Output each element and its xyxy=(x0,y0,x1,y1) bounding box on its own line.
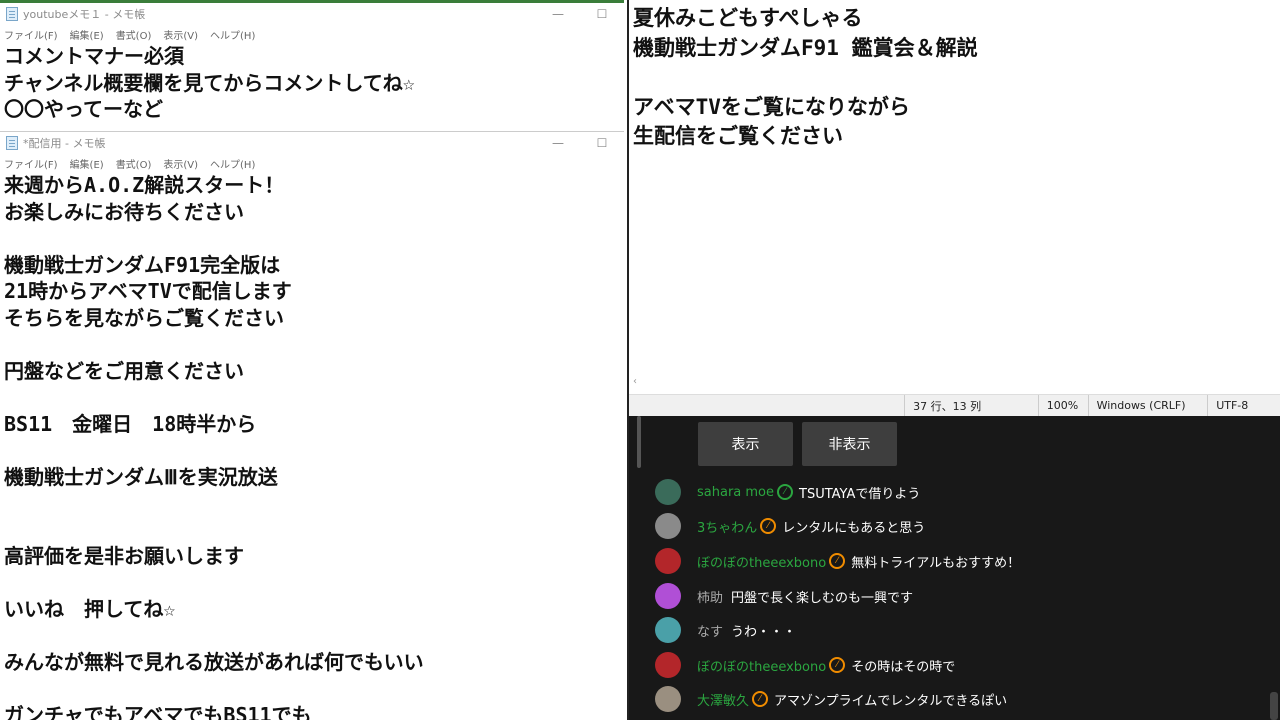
avatar[interactable] xyxy=(655,686,681,712)
member-badge-icon: ⁄ xyxy=(829,657,846,673)
chat-message: 柿助 円盤で長く楽しむのも一興です xyxy=(655,581,913,611)
member-badge-icon: ⁄ xyxy=(777,484,794,500)
avatar[interactable] xyxy=(655,617,681,643)
chat-message-text: うわ・・・ xyxy=(731,624,797,640)
menu-edit[interactable]: 編集(E) xyxy=(70,27,104,42)
minimize-icon[interactable]: — xyxy=(536,136,580,150)
text-editor[interactable]: 来週からA.O.Z解説スタート！ お楽しみにお待ちください 機動戦士ガンダムF9… xyxy=(0,172,624,720)
window-title: youtubeメモ１ - メモ帳 xyxy=(23,8,146,21)
notepad-window-special[interactable]: 夏休みこどもすぺしゃる 機動戦士ガンダムF91 鑑賞会＆解説 アベマTVをご覧に… xyxy=(627,0,1280,416)
scroll-left-icon[interactable]: ‹ xyxy=(633,376,637,387)
chat-message-text: 無料トライアルもおすすめ！ xyxy=(851,555,1021,571)
avatar[interactable] xyxy=(655,583,681,609)
notepad-icon xyxy=(6,7,18,21)
chat-author[interactable]: 柿助 xyxy=(697,587,723,606)
chat-author[interactable]: ぼのぼのtheeexbono xyxy=(697,552,826,571)
chat-author[interactable]: なす xyxy=(697,621,723,640)
chat-author[interactable]: ぼのぼのtheeexbono xyxy=(697,656,826,675)
notepad-icon xyxy=(6,136,18,150)
chat-message-text: アマゾンプライムでレンタルできるぽい xyxy=(774,693,1008,709)
menu-edit[interactable]: 編集(E) xyxy=(70,156,104,171)
menu-file[interactable]: ファイル(F) xyxy=(4,27,58,42)
avatar[interactable] xyxy=(655,513,681,539)
status-zoom: 100% xyxy=(1037,395,1088,416)
horizontal-scrollbar[interactable]: ‹ xyxy=(629,376,1280,390)
menu-view[interactable]: 表示(V) xyxy=(163,156,198,171)
text-editor[interactable]: 夏休みこどもすぺしゃる 機動戦士ガンダムF91 鑑賞会＆解説 アベマTVをご覧に… xyxy=(629,0,1280,152)
chat-message-text: その時はその時で xyxy=(851,659,956,675)
menu-format[interactable]: 書式(O) xyxy=(116,156,152,171)
titlebar[interactable]: *配信用 - メモ帳 — ☐ xyxy=(0,132,624,154)
maximize-icon[interactable]: ☐ xyxy=(580,136,624,150)
status-cursor-position: 37 行、13 列 xyxy=(904,395,1038,416)
notepad-window-stream[interactable]: *配信用 - メモ帳 — ☐ ファイル(F) 編集(E) 書式(O) 表示(V)… xyxy=(0,131,624,720)
chat-author[interactable]: sahara moe xyxy=(697,485,774,500)
chat-message: 3ちゃわん ⁄ レンタルにもあると思う xyxy=(655,511,925,541)
titlebar[interactable]: youtubeメモ１ - メモ帳 — ☐ xyxy=(0,3,624,25)
chat-author[interactable]: 大澤敏久 xyxy=(697,690,749,709)
chat-message-text: 円盤で長く楽しむのも一興です xyxy=(731,590,914,606)
live-chat-panel[interactable]: 表示 非表示 sahara moe ⁄ TSUTAYAで借りよう 3ちゃわん ⁄ レンタル… xyxy=(627,416,1280,720)
menu-format[interactable]: 書式(O) xyxy=(116,27,152,42)
show-button[interactable]: 表示 xyxy=(698,422,793,466)
member-badge-icon: ⁄ xyxy=(752,691,769,707)
menu-help[interactable]: ヘルプ(H) xyxy=(210,156,255,171)
avatar[interactable] xyxy=(655,652,681,678)
chat-message: sahara moe ⁄ TSUTAYAで借りよう xyxy=(655,477,920,507)
status-bar: 37 行、13 列 100% Windows (CRLF) UTF-8 xyxy=(629,394,1280,416)
maximize-icon[interactable]: ☐ xyxy=(580,7,624,21)
menu-file[interactable]: ファイル(F) xyxy=(4,156,58,171)
status-encoding: UTF-8 xyxy=(1207,395,1280,416)
chat-message: 大澤敏久 ⁄ アマゾンプライムでレンタルできるぽい xyxy=(655,684,1007,714)
chat-message-text: レンタルにもあると思う xyxy=(782,520,926,536)
member-badge-icon: ⁄ xyxy=(829,553,846,569)
menu-view[interactable]: 表示(V) xyxy=(163,27,198,42)
hide-button[interactable]: 非表示 xyxy=(802,422,897,466)
status-line-ending: Windows (CRLF) xyxy=(1087,395,1208,416)
menubar: ファイル(F) 編集(E) 書式(O) 表示(V) ヘルプ(H) xyxy=(0,154,624,172)
chat-message-text: TSUTAYAで借りよう xyxy=(799,486,921,502)
avatar[interactable] xyxy=(655,548,681,574)
chat-scrollbar[interactable] xyxy=(637,416,641,468)
notepad-window-youtube-memo[interactable]: youtubeメモ１ - メモ帳 — ☐ ファイル(F) 編集(E) 書式(O)… xyxy=(0,0,624,128)
member-badge-icon: ⁄ xyxy=(760,518,777,534)
chat-message: なす うわ・・・ xyxy=(655,615,796,645)
menubar: ファイル(F) 編集(E) 書式(O) 表示(V) ヘルプ(H) xyxy=(0,25,624,43)
menu-help[interactable]: ヘルプ(H) xyxy=(210,27,255,42)
chat-author[interactable]: 3ちゃわん xyxy=(697,517,757,536)
window-title: *配信用 - メモ帳 xyxy=(23,137,106,150)
text-editor[interactable]: コメントマナー必須 チャンネル概要欄を見てからコメントしてね☆ 〇〇やってーなど xyxy=(0,43,624,123)
chat-message: ぼのぼのtheeexbono ⁄ 無料トライアルもおすすめ！ xyxy=(655,546,1020,576)
chat-message: ぼのぼのtheeexbono ⁄ その時はその時で xyxy=(655,650,955,680)
avatar[interactable] xyxy=(655,479,681,505)
minimize-icon[interactable]: — xyxy=(536,7,580,21)
chat-scrollbar-thumb[interactable] xyxy=(1270,692,1278,720)
